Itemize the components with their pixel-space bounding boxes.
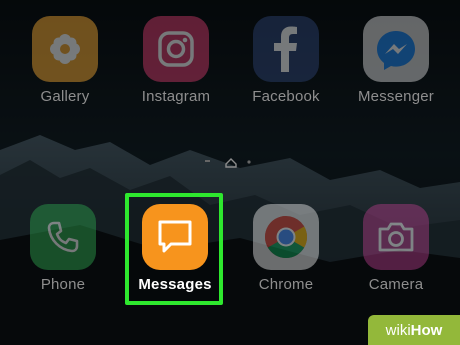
gallery-flower-icon	[32, 16, 98, 82]
page-indicator	[205, 158, 251, 168]
app-label: Gallery	[40, 88, 90, 105]
app-label: Messages	[138, 276, 212, 293]
app-label: Camera	[368, 276, 424, 293]
app-messenger[interactable]: Messenger	[341, 16, 451, 105]
app-label: Instagram	[141, 88, 211, 105]
chrome-logo-icon	[253, 204, 319, 270]
app-label: Messenger	[357, 88, 434, 105]
app-label: Facebook	[252, 88, 320, 105]
phone-handset-icon	[30, 204, 96, 270]
watermark-how: How	[410, 321, 443, 339]
app-phone[interactable]: Phone	[8, 204, 118, 293]
app-facebook[interactable]: Facebook	[231, 16, 341, 105]
app-label: Chrome	[258, 276, 314, 293]
watermark-wiki: wiki	[385, 321, 411, 339]
chat-bubble-icon	[142, 204, 208, 270]
messenger-bolt-icon	[363, 16, 429, 82]
app-messages[interactable]: Messages	[120, 204, 230, 293]
app-chrome[interactable]: Chrome	[231, 204, 341, 293]
wikihow-watermark: wiki How	[368, 315, 460, 345]
app-gallery[interactable]: Gallery	[10, 16, 120, 105]
app-instagram[interactable]: Instagram	[121, 16, 231, 105]
camera-icon	[363, 204, 429, 270]
app-camera[interactable]: Camera	[341, 204, 451, 293]
instagram-camera-icon	[143, 16, 209, 82]
app-label: Phone	[40, 276, 86, 293]
facebook-f-icon	[253, 16, 319, 82]
